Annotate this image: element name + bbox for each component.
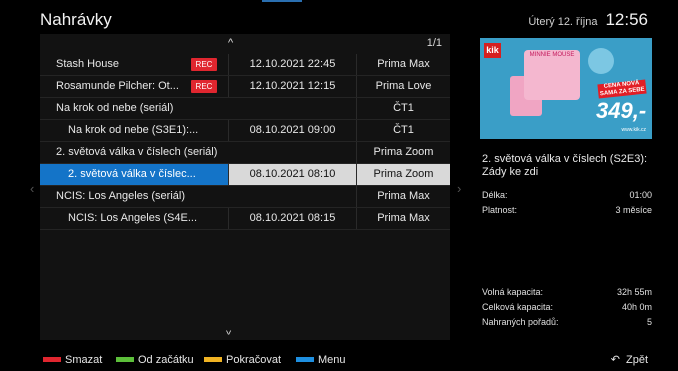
back-button[interactable]: ↶ Zpět: [611, 353, 648, 366]
recording-channel: Prima Love: [356, 76, 450, 97]
current-time: 12:56: [605, 10, 648, 29]
recording-channel: ČT1: [356, 120, 450, 141]
recording-datetime: 08.10.2021 09:00: [228, 120, 356, 141]
promo-url: www.kik.cz: [621, 127, 646, 133]
recording-channel: Prima Zoom: [356, 164, 450, 185]
recording-channel: Prima Max: [356, 186, 450, 207]
total-capacity-label: Celková kapacita:: [482, 302, 554, 312]
continue-action[interactable]: Pokračovat: [204, 354, 281, 366]
recording-datetime: 08.10.2021 08:10: [228, 164, 356, 185]
series-row[interactable]: 2. světová válka v číslech (seriál) Prim…: [40, 142, 450, 164]
blue-key-icon: [296, 356, 314, 362]
chevron-left-icon[interactable]: ‹: [30, 181, 34, 196]
episode-row[interactable]: NCIS: Los Angeles (S4E... 08.10.2021 08:…: [40, 208, 450, 230]
recording-channel: ČT1: [356, 98, 450, 119]
duration-value: 01:00: [629, 190, 652, 200]
series-row[interactable]: Na krok od nebe (seriál) ČT1: [40, 98, 450, 120]
continue-label: Pokračovat: [226, 354, 282, 366]
promo-bubble: [588, 48, 614, 74]
return-arrow-icon: ↶: [610, 354, 620, 366]
recordings-count-field: Nahraných pořadů: 5: [482, 317, 652, 331]
detail-panel: kik MINNIE MOUSE CENA NOVÁ SAMA ZA SEBE …: [476, 34, 652, 340]
clock: Úterý 12. října 12:56: [528, 10, 648, 30]
program-title: 2. světová válka v číslech (S2E3): Zády …: [482, 153, 648, 178]
free-capacity-value: 32h 55m: [616, 287, 652, 297]
recordings-count-label: Nahraných pořadů:: [482, 317, 559, 327]
footer-bar: Smazat Od začátku Pokračovat Menu ↶ Zpět: [0, 348, 678, 371]
episode-row-selected[interactable]: 2. světová válka v číslec... 08.10.2021 …: [40, 164, 450, 186]
total-capacity-field: Celková kapacita: 40h 0m: [482, 302, 652, 316]
recording-name: NCIS: Los Angeles (S4E...: [68, 212, 198, 224]
page-indicator: 1/1: [426, 37, 442, 49]
total-capacity-value: 40h 0m: [621, 302, 652, 312]
rec-badge: REC: [191, 80, 217, 93]
menu-action[interactable]: Menu: [296, 354, 346, 366]
recordings-count-value: 5: [646, 317, 652, 327]
list-pager: ^ 1/1: [40, 34, 450, 54]
restart-label: Od začátku: [138, 354, 194, 366]
recording-channel: Prima Max: [356, 208, 450, 229]
header: Nahrávky Úterý 12. října 12:56: [0, 0, 678, 34]
green-key-icon: [116, 356, 134, 362]
recording-name: Na krok od nebe (S3E1):...: [68, 124, 199, 136]
promo-tag: CENA NOVÁ SAMA ZA SEBE: [597, 79, 647, 99]
red-key-icon: [43, 356, 61, 362]
recordings-list: ^ 1/1 Stash House REC 12.10.2021 22:45 P…: [40, 34, 450, 340]
duration-field: Délka: 01:00: [482, 190, 652, 204]
recording-row[interactable]: Rosamunde Pilcher: Ot... REC 12.10.2021 …: [40, 76, 450, 98]
series-name: 2. světová válka v číslech (seriál): [56, 146, 218, 158]
series-row[interactable]: NCIS: Los Angeles (seriál) Prima Max: [40, 186, 450, 208]
duration-label: Délka:: [482, 190, 508, 200]
chevron-right-icon[interactable]: ›: [457, 181, 461, 196]
validity-value: 3 měsíce: [615, 205, 652, 215]
recording-datetime: 12.10.2021 12:15: [228, 76, 356, 97]
validity-field: Platnost: 3 měsíce: [482, 205, 652, 219]
recording-datetime: 12.10.2021 22:45: [228, 54, 356, 75]
recording-channel: Prima Max: [356, 54, 450, 75]
recording-row[interactable]: Stash House REC 12.10.2021 22:45 Prima M…: [40, 54, 450, 76]
recording-datetime: 08.10.2021 08:15: [228, 208, 356, 229]
series-name: Na krok od nebe (seriál): [56, 102, 174, 114]
recording-channel: Prima Zoom: [356, 142, 450, 163]
chevron-up-icon[interactable]: ^: [228, 37, 233, 49]
free-capacity-field: Volná kapacita: 32h 55m: [482, 287, 652, 301]
episode-row[interactable]: Na krok od nebe (S3E1):... 08.10.2021 09…: [40, 120, 450, 142]
series-name: NCIS: Los Angeles (seriál): [56, 190, 185, 202]
restart-action[interactable]: Od začátku: [116, 354, 194, 366]
rec-badge: REC: [191, 58, 217, 71]
free-capacity-label: Volná kapacita:: [482, 287, 544, 297]
top-accent-line: [262, 0, 302, 2]
recording-name: 2. světová válka v číslec...: [40, 164, 228, 185]
back-label: Zpět: [625, 354, 648, 366]
delete-label: Smazat: [65, 354, 103, 366]
menu-label: Menu: [318, 354, 346, 366]
yellow-key-icon: [204, 356, 222, 362]
brand-logo: kik: [484, 43, 501, 58]
chevron-down-icon[interactable]: ^: [226, 324, 231, 336]
product-label: MINNIE MOUSE: [524, 50, 580, 100]
preview-image: kik MINNIE MOUSE CENA NOVÁ SAMA ZA SEBE …: [480, 38, 652, 139]
delete-action[interactable]: Smazat: [43, 354, 102, 366]
current-date: Úterý 12. října: [528, 16, 598, 28]
validity-label: Platnost:: [482, 205, 518, 215]
page-title: Nahrávky: [40, 10, 112, 29]
promo-price: 349,-: [596, 98, 647, 123]
